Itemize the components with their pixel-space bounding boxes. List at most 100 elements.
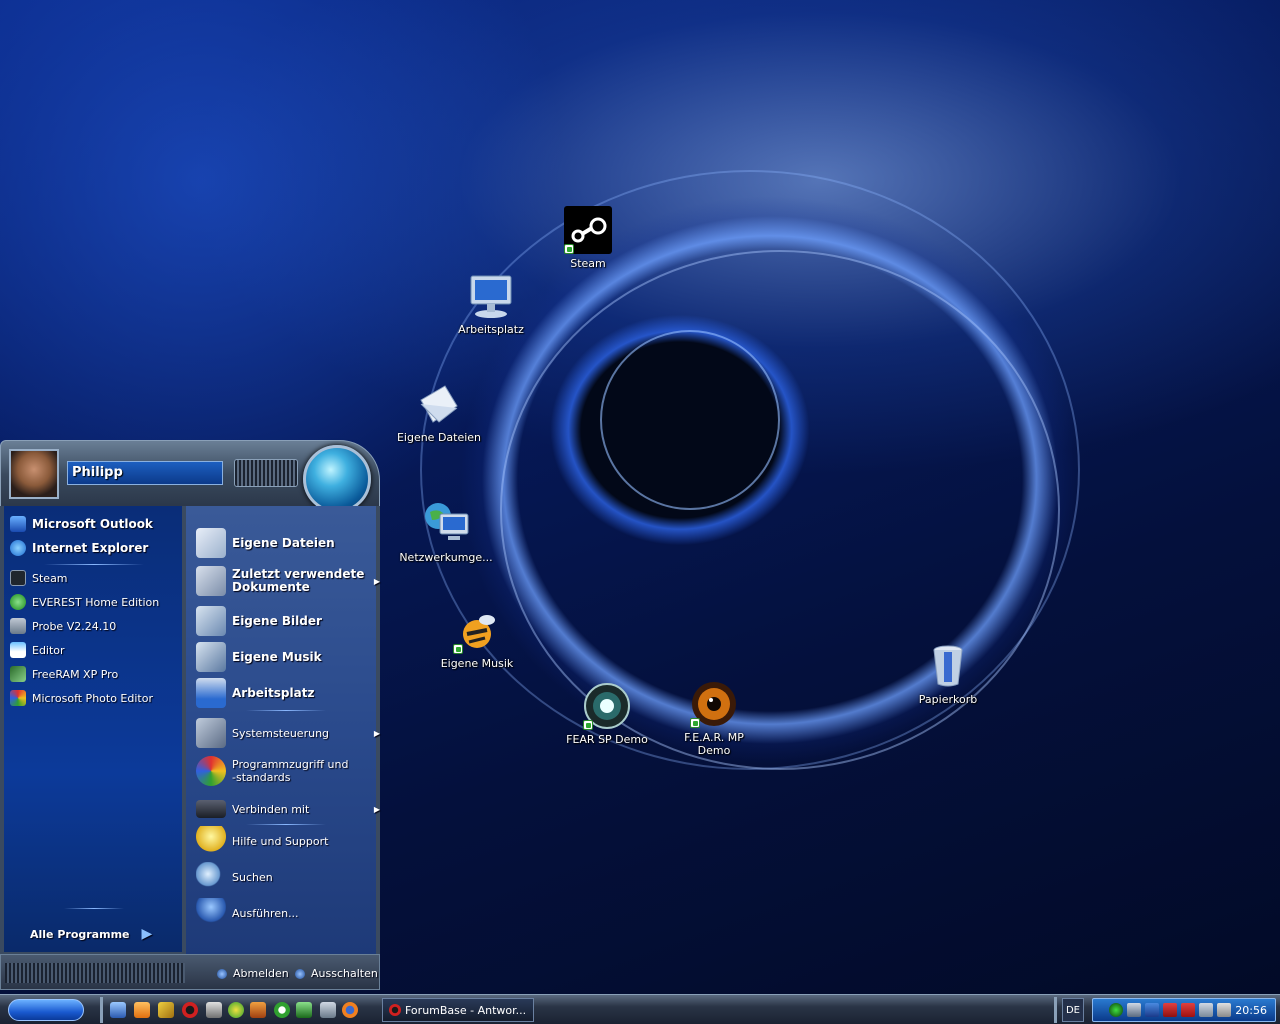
system-control-panel[interactable]: Systemsteuerung ▶ [196,718,380,748]
desktop-icon-papierkorb[interactable]: Papierkorb [900,642,996,706]
connect-icon [196,800,226,818]
menu-item-label: Eigene Dateien [232,536,335,550]
user-name: Philipp [67,461,223,485]
all-programs-button[interactable]: Alle Programme ▶ [30,926,152,942]
place-eigene-musik[interactable]: Eigene Musik [196,642,322,672]
menu-item-label: Editor [32,643,65,657]
menu-item-label: Systemsteuerung [232,726,330,740]
place-eigene-bilder[interactable]: Eigene Bilder [196,606,322,636]
clock[interactable]: 20:56 [1235,1004,1267,1017]
separator [44,564,144,565]
menu-item-label: Arbeitsplatz [232,686,315,700]
desktop-icon-eigene-musik[interactable]: Eigene Musik [429,606,525,670]
recent-item-freeram[interactable]: FreeRAM XP Pro [10,666,118,682]
task-title: ForumBase - Antwor... [405,1003,527,1017]
menu-item-label: Zuletzt verwendete [232,567,365,581]
refresh-icon[interactable] [274,1002,290,1018]
desktop-icon-label: Demo [697,744,731,757]
tray-calendar-icon[interactable] [1163,1003,1177,1017]
search-icon [196,862,226,892]
system-connect[interactable]: Verbinden mit ▶ [196,794,380,824]
taskbar-window-button[interactable]: ForumBase - Antwor... [382,998,534,1022]
start-menu-places-pane: Eigene Dateien Zuletzt verwendete Dokumen… [186,506,380,956]
messenger-icon[interactable] [228,1002,244,1018]
desktop-icon-arbeitsplatz[interactable]: Arbeitsplatz [443,272,539,336]
desktop-icon-label: Netzwerkumge... [399,551,493,564]
menu-item-label: Suchen [232,870,273,884]
menu-item-label: Programmzugriff und [232,758,349,771]
language-indicator[interactable]: DE [1062,998,1084,1022]
tray-shield-icon[interactable] [1181,1003,1195,1017]
separator [246,824,326,825]
shutdown-button[interactable]: Ausschalten [295,967,378,980]
decorative-grille [234,459,298,487]
wallpaper-swirl [600,330,780,510]
tray-phone-icon[interactable] [1217,1003,1231,1017]
shutdown-icon [295,968,305,979]
desktop-icon-eigene-dateien[interactable]: Eigene Dateien [391,380,487,444]
logoff-icon [217,968,227,979]
notepad-icon [10,642,26,658]
place-recent-docs[interactable]: Zuletzt verwendete Dokumente ▶ [196,566,380,596]
pinned-item-outlook[interactable]: Microsoft Outlook [10,516,153,532]
recent-item-editor[interactable]: Editor [10,642,65,658]
pinned-item-ie[interactable]: Internet Explorer [10,540,148,556]
all-programs-label: Alle Programme [30,927,130,941]
recent-item-photo-editor[interactable]: Microsoft Photo Editor [10,690,153,706]
desktop-icon-fear-mp[interactable]: F.E.A.R. MP Demo [666,680,762,757]
place-eigene-dateien[interactable]: Eigene Dateien [196,528,335,558]
tray-network-icon[interactable] [1145,1003,1159,1017]
separator [64,908,124,909]
desktop-icon-fear-sp[interactable]: FEAR SP Demo [559,682,655,746]
start-button[interactable] [8,999,84,1021]
computer-icon [196,678,226,708]
menu-item-label: Eigene Bilder [232,614,322,628]
recent-item-steam[interactable]: Steam [10,570,68,586]
help-and-support[interactable]: Hilfe und Support [196,826,328,856]
desktop-icon-label: Steam [570,257,606,270]
menu-item-label: Verbinden mit [232,802,310,816]
recent-item-everest[interactable]: EVEREST Home Edition [10,594,159,610]
pencil-icon[interactable] [158,1002,174,1018]
avatar[interactable] [9,449,59,499]
tools-icon[interactable] [206,1002,222,1018]
rss-icon[interactable] [134,1002,150,1018]
ram-icon [10,666,26,682]
photo-editor-icon [10,690,26,706]
menu-item-label: Eigene Musik [232,650,322,664]
tray-monitor-icon[interactable] [1127,1003,1141,1017]
search-item[interactable]: Suchen [196,862,273,892]
run-item[interactable]: Ausführen... [196,898,299,928]
desktop-icon-netzwerk[interactable]: Netzwerkumge... [398,500,494,564]
music-icon [453,606,501,654]
program-access-icon [196,756,226,786]
footer-grille [5,963,185,983]
start-menu-programs-pane: Microsoft Outlook Internet Explorer Stea… [0,506,186,956]
system-program-access[interactable]: Programmzugriff und -standards [196,756,376,786]
logoff-button[interactable]: Abmelden [217,967,289,980]
app-icon[interactable] [250,1002,266,1018]
chart-icon[interactable] [296,1002,312,1018]
submenu-arrow-icon: ▶ [373,576,380,586]
tray-r-icon[interactable] [1109,1003,1123,1017]
menu-item-label: Microsoft Outlook [32,517,153,531]
menu-item-label: Microsoft Photo Editor [32,691,153,705]
start-menu-footer: Abmelden Ausschalten [0,954,380,990]
taskbar: ForumBase - Antwor... DE 20:56 [0,994,1280,1024]
place-arbeitsplatz[interactable]: Arbeitsplatz [196,678,314,708]
everest-icon [10,594,26,610]
menu-item-label: Probe V2.24.10 [32,619,117,633]
recent-docs-icon [196,566,226,596]
menu-item-label: Internet Explorer [32,541,149,555]
opera-icon[interactable] [182,1002,198,1018]
desktop-icon-steam[interactable]: Steam [540,206,636,270]
tray-speaker-icon[interactable] [1199,1003,1213,1017]
recent-item-probe[interactable]: Probe V2.24.10 [10,618,116,634]
firefox-icon[interactable] [342,1002,358,1018]
desktop-icon-label: Papierkorb [918,693,978,706]
headphones-icon[interactable] [320,1002,336,1018]
show-desktop-icon[interactable] [110,1002,126,1018]
separator [246,710,326,711]
steam-icon [10,570,26,586]
quick-launch-divider [100,997,103,1023]
